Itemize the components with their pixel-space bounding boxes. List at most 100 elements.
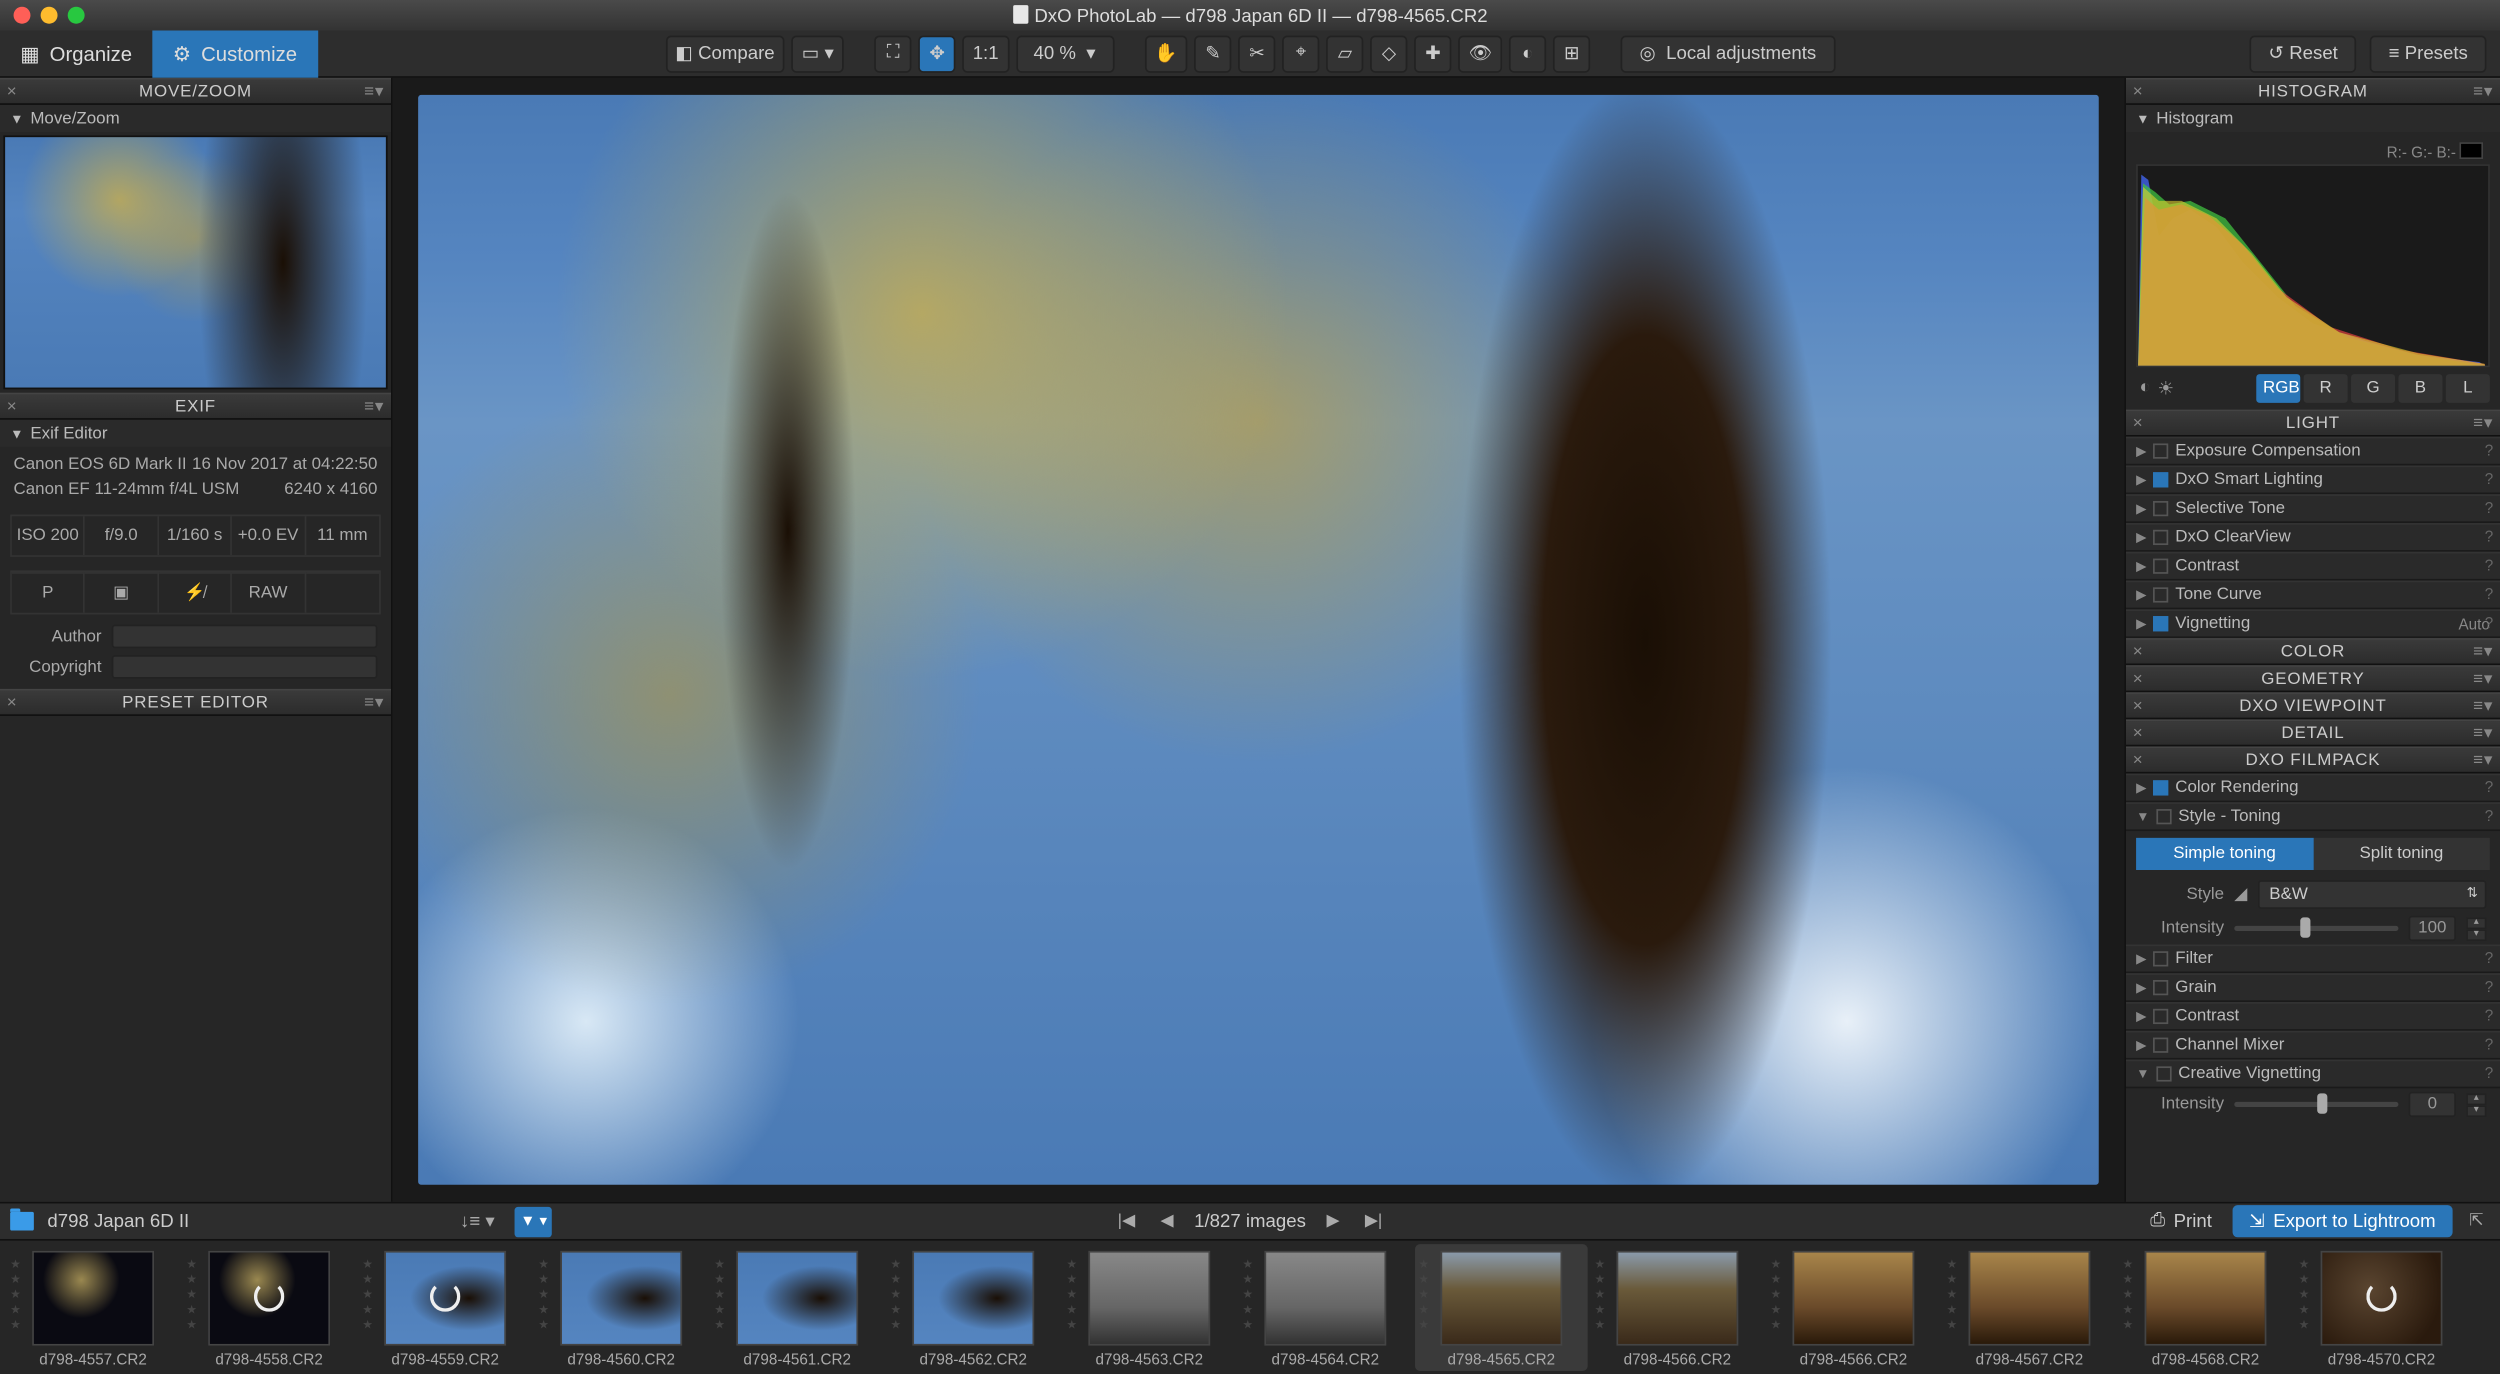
fit-button[interactable]: ⛶: [875, 35, 912, 72]
close-panel-button[interactable]: ×: [2133, 642, 2144, 661]
panel-menu-button[interactable]: ≡▾: [2473, 82, 2493, 101]
thumbnail[interactable]: ★★★★★d798-4559.CR2: [359, 1244, 532, 1371]
crop-button[interactable]: ✂: [1238, 35, 1275, 72]
histogram-g-button[interactable]: G: [2351, 374, 2395, 403]
layout-button[interactable]: ▭ ▾: [792, 35, 844, 72]
panel-menu-button[interactable]: ≡▾: [2473, 414, 2493, 433]
thumbnail[interactable]: ★★★★★d798-4558.CR2: [183, 1244, 356, 1371]
thumbnail[interactable]: ★★★★★d798-4562.CR2: [887, 1244, 1060, 1371]
contrast-row[interactable]: ▶Contrast?: [2126, 1002, 2500, 1031]
compare-button[interactable]: ◧ Compare: [665, 35, 785, 72]
panel-menu-button[interactable]: ≡▾: [364, 693, 384, 712]
intensity-value[interactable]: 100: [2409, 916, 2456, 941]
sort-button[interactable]: ↓≡ ▾: [453, 1207, 501, 1236]
close-panel-button[interactable]: ×: [7, 397, 18, 416]
close-window-button[interactable]: [14, 7, 31, 24]
light-item[interactable]: ▶DxO Smart Lighting?: [2126, 465, 2500, 494]
checkbox[interactable]: [2153, 951, 2168, 966]
histogram-b-button[interactable]: B: [2398, 374, 2442, 403]
highlight-clip-icon[interactable]: ☀: [2158, 377, 2175, 399]
step-down[interactable]: ▾: [2466, 928, 2486, 940]
thumbnail[interactable]: ★★★★★d798-4566.CR2: [1591, 1244, 1764, 1371]
vig-intensity-slider[interactable]: [2234, 1102, 2398, 1107]
zoom-window-button[interactable]: [68, 7, 85, 24]
channel-mixer-row[interactable]: ▶Channel Mixer?: [2126, 1031, 2500, 1060]
checkbox[interactable]: [2153, 1038, 2168, 1053]
panel-menu-button[interactable]: ≡▾: [364, 82, 384, 101]
filmstrip[interactable]: ★★★★★d798-4557.CR2★★★★★d798-4558.CR2★★★★…: [0, 1241, 2500, 1374]
thumbnail[interactable]: ★★★★★d798-4564.CR2: [1239, 1244, 1412, 1371]
wand-icon[interactable]: ◢: [2234, 885, 2247, 904]
export-lightroom-button[interactable]: ⇲Export to Lightroom: [2232, 1205, 2452, 1237]
redeye-button[interactable]: 👁: [1458, 35, 1502, 72]
light-item[interactable]: ▶DxO ClearView?: [2126, 523, 2500, 552]
panel-menu-button[interactable]: ≡▾: [2473, 697, 2493, 716]
panel-menu-button[interactable]: ≡▾: [2473, 669, 2493, 688]
split-toning-tab[interactable]: Split toning: [2313, 838, 2490, 870]
panel-menu-button[interactable]: ≡▾: [2473, 751, 2493, 770]
simple-toning-tab[interactable]: Simple toning: [2136, 838, 2313, 870]
checkbox[interactable]: [2153, 587, 2168, 602]
hand-tool-button[interactable]: ✥: [919, 35, 956, 72]
copyright-input[interactable]: [112, 655, 378, 679]
checkbox[interactable]: [2156, 809, 2171, 824]
checkbox[interactable]: [2156, 1066, 2171, 1081]
filter-button[interactable]: ▼ ▾: [515, 1206, 552, 1236]
close-panel-button[interactable]: ×: [2133, 82, 2144, 101]
horizon-button[interactable]: ⌖: [1282, 35, 1319, 72]
step-down[interactable]: ▾: [2466, 1104, 2486, 1116]
last-image-button[interactable]: ▶|: [1360, 1208, 1387, 1235]
grain-row[interactable]: ▶Grain?: [2126, 973, 2500, 1002]
shadow-clip-icon[interactable]: ◐: [2139, 377, 2150, 399]
light-item[interactable]: ▶VignettingAuto?: [2126, 609, 2500, 638]
pan-tool-button[interactable]: ✋: [1144, 35, 1188, 72]
hist-clipping-button[interactable]: ⊞: [1553, 35, 1590, 72]
zoom-dropdown[interactable]: 40 % ▾: [1016, 35, 1114, 72]
checkbox[interactable]: [2153, 559, 2168, 574]
close-panel-button[interactable]: ×: [2133, 724, 2144, 743]
close-panel-button[interactable]: ×: [7, 693, 18, 712]
checkbox[interactable]: [2153, 501, 2168, 516]
local-adjustments-button[interactable]: ◎ Local adjustments: [1621, 35, 1835, 72]
minimize-window-button[interactable]: [41, 7, 58, 24]
print-button[interactable]: ⎙Print: [2140, 1205, 2222, 1237]
checkbox[interactable]: [2153, 530, 2168, 545]
movezoom-subheader[interactable]: ▼Move/Zoom: [0, 105, 391, 132]
one-to-one-button[interactable]: 1:1: [963, 35, 1009, 72]
checkbox[interactable]: [2153, 1009, 2168, 1024]
histogram-l-button[interactable]: L: [2446, 374, 2490, 403]
thumbnail[interactable]: ★★★★★d798-4557.CR2: [7, 1244, 180, 1371]
histogram-r-button[interactable]: R: [2304, 374, 2348, 403]
thumbnail[interactable]: ★★★★★d798-4567.CR2: [1943, 1244, 2116, 1371]
light-item[interactable]: ▶Tone Curve?: [2126, 581, 2500, 610]
perspective-8pt-button[interactable]: ◇: [1370, 35, 1407, 72]
style-toning-row[interactable]: ▼Style - Toning?: [2126, 802, 2500, 831]
preview-button[interactable]: ◐: [1509, 35, 1546, 72]
checkbox[interactable]: [2153, 780, 2168, 795]
prev-image-button[interactable]: ◀: [1153, 1208, 1180, 1235]
histogram-rgb-button[interactable]: RGB: [2256, 374, 2300, 403]
repair-button[interactable]: ✚: [1414, 35, 1451, 72]
perspective-rect-button[interactable]: ▱: [1326, 35, 1363, 72]
light-item[interactable]: ▶Exposure Compensation?: [2126, 437, 2500, 466]
organize-tab[interactable]: ▦ Organize: [0, 30, 152, 77]
filter-row[interactable]: ▶Filter?: [2126, 944, 2500, 973]
eyedropper-button[interactable]: ✎: [1194, 35, 1231, 72]
histogram-subheader[interactable]: ▼Histogram: [2126, 105, 2500, 132]
close-panel-button[interactable]: ×: [2133, 669, 2144, 688]
vig-intensity-value[interactable]: 0: [2409, 1092, 2456, 1117]
thumbnail[interactable]: ★★★★★d798-4560.CR2: [535, 1244, 708, 1371]
color-rendering-row[interactable]: ▶Color Rendering?: [2126, 774, 2500, 803]
panel-menu-button[interactable]: ≡▾: [2473, 724, 2493, 743]
intensity-slider[interactable]: [2234, 926, 2398, 931]
movezoom-thumbnail[interactable]: [3, 135, 387, 389]
checkbox[interactable]: [2153, 616, 2168, 631]
presets-button[interactable]: ≡ Presets: [2370, 35, 2486, 72]
thumbnail[interactable]: ★★★★★d798-4565.CR2: [1415, 1244, 1588, 1371]
step-up[interactable]: ▴: [2466, 917, 2486, 929]
style-dropdown[interactable]: B&W: [2257, 880, 2486, 909]
close-panel-button[interactable]: ×: [2133, 697, 2144, 716]
reset-button[interactable]: ↺ Reset: [2250, 35, 2357, 72]
checkbox[interactable]: [2153, 443, 2168, 458]
thumbnail[interactable]: ★★★★★d798-4568.CR2: [2119, 1244, 2292, 1371]
